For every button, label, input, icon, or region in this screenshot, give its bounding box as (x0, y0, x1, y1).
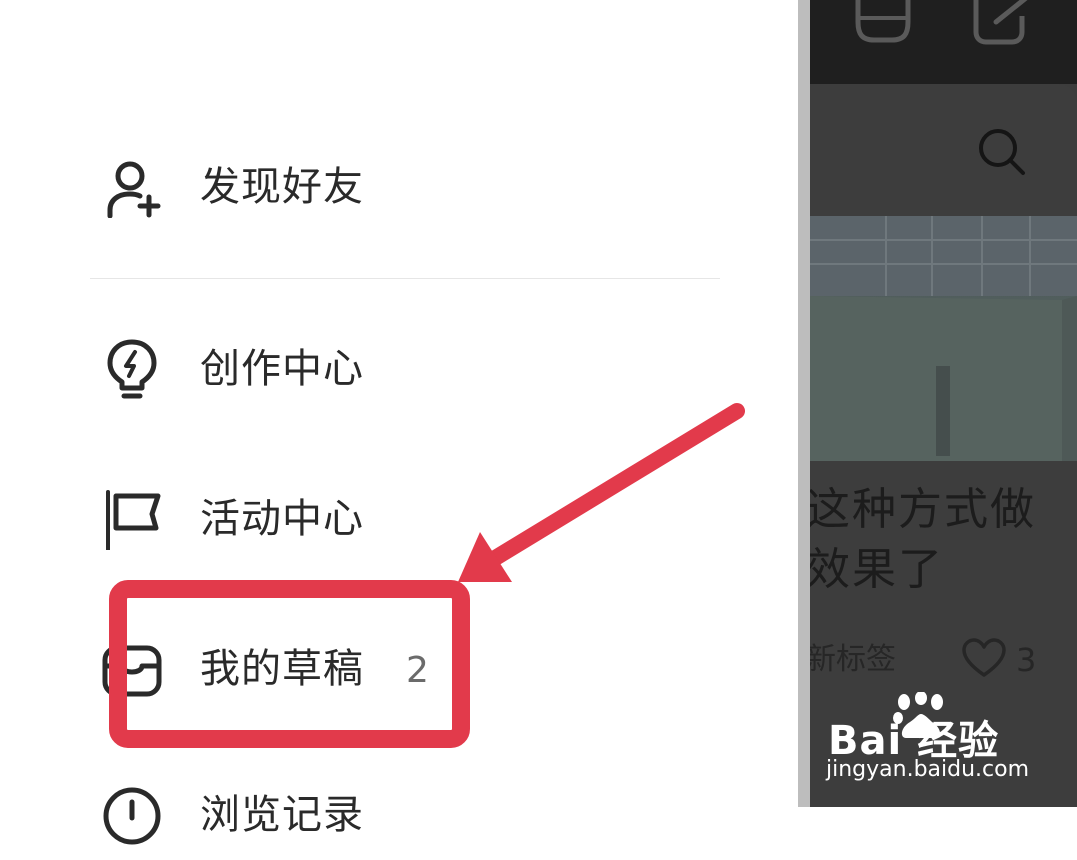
menu-item-label: 发现好友 (200, 164, 364, 210)
menu-item-creation-center[interactable]: 创作中心 (90, 324, 730, 414)
top-bar (810, 0, 1077, 84)
edit-icon[interactable] (970, 0, 1032, 46)
clock-icon (103, 787, 161, 845)
search-icon[interactable] (976, 126, 1028, 178)
notebook-photo (810, 216, 1077, 461)
add-user-icon (107, 161, 161, 218)
inbox-icon (102, 645, 162, 697)
like-count: 3 (1016, 641, 1037, 679)
draft-count-badge: 2 (406, 650, 429, 691)
scan-icon[interactable] (852, 0, 914, 46)
menu-item-label: 创作中心 (200, 346, 364, 392)
menu-item-activity-center[interactable]: 活动中心 (90, 474, 730, 564)
menu-item-find-friends[interactable]: 发现好友 (90, 142, 730, 232)
main-content-dimmed[interactable]: 这种方式做效果了 新标签 3 (810, 0, 1077, 807)
post-cover-image[interactable] (810, 216, 1077, 461)
menu-item-browse-history[interactable]: 浏览记录 (90, 770, 730, 860)
side-drawer: 发现好友 创作中心 活动中心 我的草稿 2 浏览记录 (0, 0, 798, 845)
menu-divider (90, 278, 720, 279)
heart-icon[interactable] (962, 638, 1006, 678)
menu-item-my-drafts[interactable]: 我的草稿 2 (90, 624, 730, 714)
flag-icon (106, 490, 161, 550)
menu-item-label: 浏览记录 (200, 792, 364, 838)
drawer-edge-shadow (798, 0, 810, 807)
post-tag[interactable]: 新标签 (810, 640, 896, 680)
watermark-url: jingyan.baidu.com (826, 757, 1030, 782)
menu-item-label: 活动中心 (200, 496, 364, 542)
post-title[interactable]: 这种方式做效果了 (810, 480, 1066, 600)
lightbulb-bolt-icon (107, 339, 157, 399)
menu-item-label: 我的草稿 (200, 646, 364, 692)
